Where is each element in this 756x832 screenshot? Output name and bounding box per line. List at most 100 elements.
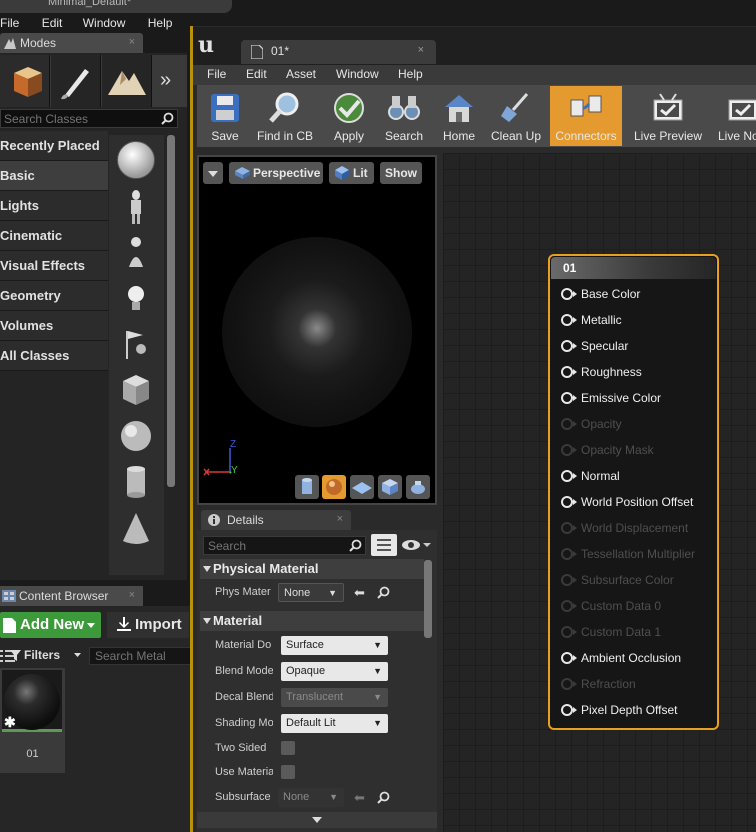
subsurface-use-selected-icon[interactable]: ⬅	[354, 790, 365, 806]
category-volumes[interactable]: Volumes	[0, 311, 108, 341]
use-selected-arrow-icon[interactable]: ⬅	[354, 585, 365, 601]
section-physical-material[interactable]: Physical Material	[200, 559, 424, 579]
viewport-options-button[interactable]	[203, 162, 223, 184]
menu-edit[interactable]: Edit	[42, 13, 68, 33]
input-pin-icon[interactable]	[561, 340, 577, 352]
place-mode-button[interactable]	[0, 55, 50, 107]
character-icon[interactable]	[117, 187, 155, 225]
category-all-classes[interactable]: All Classes	[0, 341, 108, 371]
category-basic[interactable]: Basic	[0, 161, 108, 191]
details-close-icon[interactable]: ×	[337, 513, 343, 525]
category-visual-effects[interactable]: Visual Effects	[0, 251, 108, 281]
modes-more-icon[interactable]: »	[160, 69, 171, 92]
input-pin-icon[interactable]	[561, 314, 577, 326]
two-sided-checkbox[interactable]	[281, 741, 295, 755]
main-window-tab[interactable]: Minimal_Default*	[0, 0, 232, 13]
lit-button[interactable]: Lit	[329, 162, 374, 184]
modes-tab[interactable]: Modes ×	[0, 33, 143, 53]
clean-up-button[interactable]: Clean Up	[488, 86, 544, 146]
input-pin-icon[interactable]	[561, 678, 577, 690]
subsurface-browse-icon[interactable]	[377, 791, 390, 804]
menu-window[interactable]: Window	[83, 13, 131, 33]
preview-cylinder-button[interactable]	[295, 475, 319, 499]
category-recently-placed[interactable]: Recently Placed	[0, 131, 108, 161]
section-material[interactable]: Material	[200, 611, 424, 631]
modes-close-icon[interactable]: ×	[129, 36, 135, 48]
editor-menu-file[interactable]: File	[207, 67, 226, 81]
details-tab[interactable]: Details ×	[201, 510, 351, 530]
filters-button[interactable]: Filters	[0, 646, 86, 664]
connectors-button[interactable]: Connectors	[550, 86, 622, 146]
preview-cube-button[interactable]	[378, 475, 402, 499]
cylinder-icon[interactable]	[117, 463, 155, 501]
live-nodes-button[interactable]: Live No	[712, 86, 756, 146]
preview-plane-button[interactable]	[350, 475, 374, 499]
details-search-input[interactable]	[204, 537, 344, 554]
document-tab[interactable]: 01* ×	[241, 40, 436, 64]
sphere-icon[interactable]	[117, 417, 155, 455]
input-pin-icon[interactable]	[561, 288, 577, 300]
category-lights[interactable]: Lights	[0, 191, 108, 221]
input-pin-icon[interactable]	[561, 444, 577, 456]
input-pin-icon[interactable]	[561, 418, 577, 430]
cube-icon[interactable]	[117, 371, 155, 409]
input-pin-icon[interactable]	[561, 548, 577, 560]
use-material-attributes-checkbox[interactable]	[281, 765, 295, 779]
visibility-options-button[interactable]	[401, 537, 433, 553]
category-geometry[interactable]: Geometry	[0, 281, 108, 311]
pawn-icon[interactable]	[117, 233, 155, 271]
details-scrollbar[interactable]	[424, 560, 432, 638]
input-pin-icon[interactable]	[561, 626, 577, 638]
search-classes-input[interactable]	[1, 110, 151, 127]
input-pin-icon[interactable]	[561, 652, 577, 664]
show-button[interactable]: Show	[380, 162, 422, 184]
home-button[interactable]: Home	[435, 86, 483, 146]
input-pin-icon[interactable]	[561, 522, 577, 534]
point-light-icon[interactable]	[117, 279, 155, 317]
input-pin-icon[interactable]	[561, 470, 577, 482]
asset-search-input[interactable]	[90, 648, 190, 664]
paint-mode-button[interactable]	[51, 55, 101, 107]
input-pin-icon[interactable]	[561, 496, 577, 508]
search-classes-field[interactable]	[0, 109, 178, 128]
preview-mesh-button[interactable]	[406, 475, 430, 499]
browse-search-icon[interactable]	[377, 586, 390, 599]
property-matrix-button[interactable]	[371, 534, 397, 556]
phys-material-dropdown[interactable]: None ▼	[278, 583, 344, 602]
content-browser-close-icon[interactable]: ×	[129, 589, 135, 601]
input-pin-icon[interactable]	[561, 600, 577, 612]
editor-menu-help[interactable]: Help	[398, 67, 423, 81]
input-pin-icon[interactable]	[561, 366, 577, 378]
modes-scrollbar[interactable]	[167, 135, 175, 487]
input-pin-icon[interactable]	[561, 704, 577, 716]
subsurface-dropdown[interactable]: None ▼	[278, 788, 344, 807]
advanced-expander[interactable]	[197, 812, 437, 828]
landscape-mode-button[interactable]	[102, 55, 152, 107]
import-button[interactable]: Import	[107, 612, 189, 638]
blend-mode-dropdown[interactable]: Opaque ▼	[281, 662, 388, 681]
search-button[interactable]: Search	[380, 86, 428, 146]
menu-file[interactable]: File	[0, 13, 24, 33]
add-new-button[interactable]: Add New	[0, 612, 101, 638]
input-pin-icon[interactable]	[561, 574, 577, 586]
player-start-icon[interactable]	[117, 325, 155, 363]
apply-button[interactable]: Apply	[325, 86, 373, 146]
preview-sphere-button[interactable]	[322, 475, 346, 499]
document-close-icon[interactable]: ×	[418, 44, 424, 56]
menu-help[interactable]: Help	[148, 13, 178, 33]
shading-model-dropdown[interactable]: Default Lit ▼	[281, 714, 388, 733]
save-button[interactable]: Save	[201, 86, 249, 146]
category-cinematic[interactable]: Cinematic	[0, 221, 108, 251]
asset-search-field[interactable]	[89, 647, 192, 665]
input-pin-icon[interactable]	[561, 392, 577, 404]
perspective-button[interactable]: Perspective	[229, 162, 323, 184]
details-search-field[interactable]	[203, 536, 366, 555]
material-domain-dropdown[interactable]: Surface ▼	[281, 636, 388, 655]
editor-menu-window[interactable]: Window	[336, 67, 379, 81]
decal-blend-dropdown[interactable]: Translucent ▼	[281, 688, 388, 707]
content-browser-tab[interactable]: Content Browser ×	[0, 586, 143, 606]
live-preview-button[interactable]: Live Preview	[630, 86, 706, 146]
cone-icon[interactable]	[117, 509, 155, 547]
find-in-cb-button[interactable]: Find in CB	[253, 86, 317, 146]
empty-actor-icon[interactable]	[117, 141, 155, 179]
